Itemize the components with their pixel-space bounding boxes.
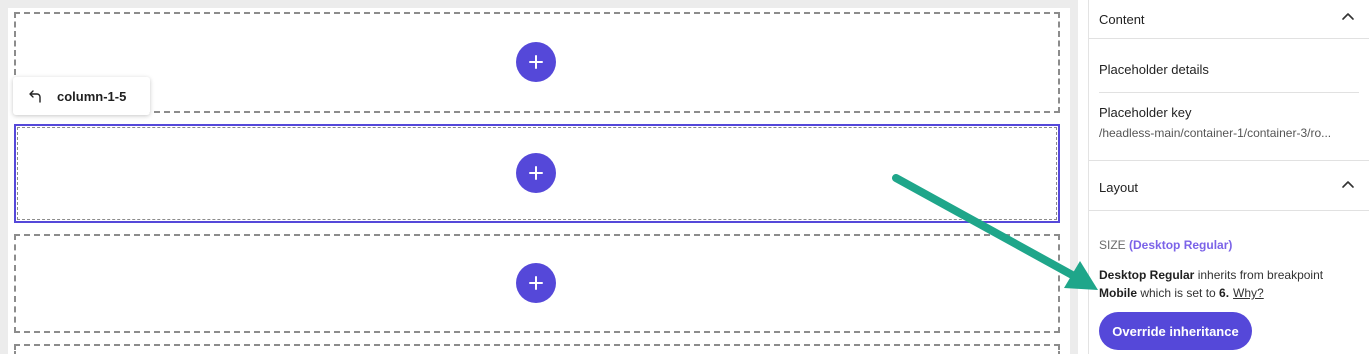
layout-section-header[interactable]: Layout [1089, 168, 1369, 206]
select-parent-chip[interactable]: column-1-5 [13, 77, 150, 115]
arrow-up-left-icon [29, 90, 41, 103]
plus-icon [529, 54, 543, 69]
divider [1089, 160, 1369, 161]
placeholder-1[interactable] [14, 12, 1060, 113]
add-component-button[interactable] [516, 262, 556, 303]
placeholder-2-selected[interactable] [14, 124, 1060, 223]
divider [1089, 38, 1369, 39]
plus-icon [529, 275, 543, 290]
why-link[interactable]: Why? [1233, 286, 1264, 300]
size-label: SIZE [1099, 238, 1126, 252]
placeholder-key-value: /headless-main/container-1/container-3/r… [1099, 126, 1332, 140]
divider [1089, 210, 1369, 211]
divider [1099, 92, 1359, 93]
override-inheritance-button[interactable]: Override inheritance [1099, 312, 1252, 350]
layout-section-title: Layout [1099, 179, 1139, 195]
page-canvas: column-1-5 [0, 0, 1078, 354]
add-component-button[interactable] [516, 41, 556, 82]
inheritance-description: Desktop Regular inherits from breakpoint… [1099, 266, 1359, 302]
properties-panel: Content Placeholder details Placeholder … [1088, 0, 1372, 354]
inherit-breakpoint: Desktop Regular [1099, 268, 1195, 282]
size-heading: SIZE (Desktop Regular) [1099, 238, 1232, 252]
inherit-text-2: which is set to [1137, 286, 1220, 300]
inherit-value: 6. [1219, 286, 1230, 300]
plus-icon [529, 165, 543, 180]
parent-chip-label: column-1-5 [57, 88, 127, 104]
chevron-up-icon [1342, 181, 1354, 188]
placeholder-4[interactable] [14, 344, 1060, 354]
inherit-text-1: inherits from breakpoint [1194, 268, 1324, 282]
placeholder-3[interactable] [14, 234, 1060, 333]
add-component-button[interactable] [516, 152, 556, 193]
placeholder-key-label: Placeholder key [1099, 105, 1192, 120]
inherit-source: Mobile [1099, 286, 1137, 300]
content-section-title: Content [1099, 11, 1145, 27]
chevron-up-icon [1342, 13, 1354, 20]
content-section-header[interactable]: Content [1089, 0, 1369, 38]
placeholder-details-label: Placeholder details [1099, 62, 1209, 77]
size-breakpoint: (Desktop Regular) [1129, 238, 1233, 252]
